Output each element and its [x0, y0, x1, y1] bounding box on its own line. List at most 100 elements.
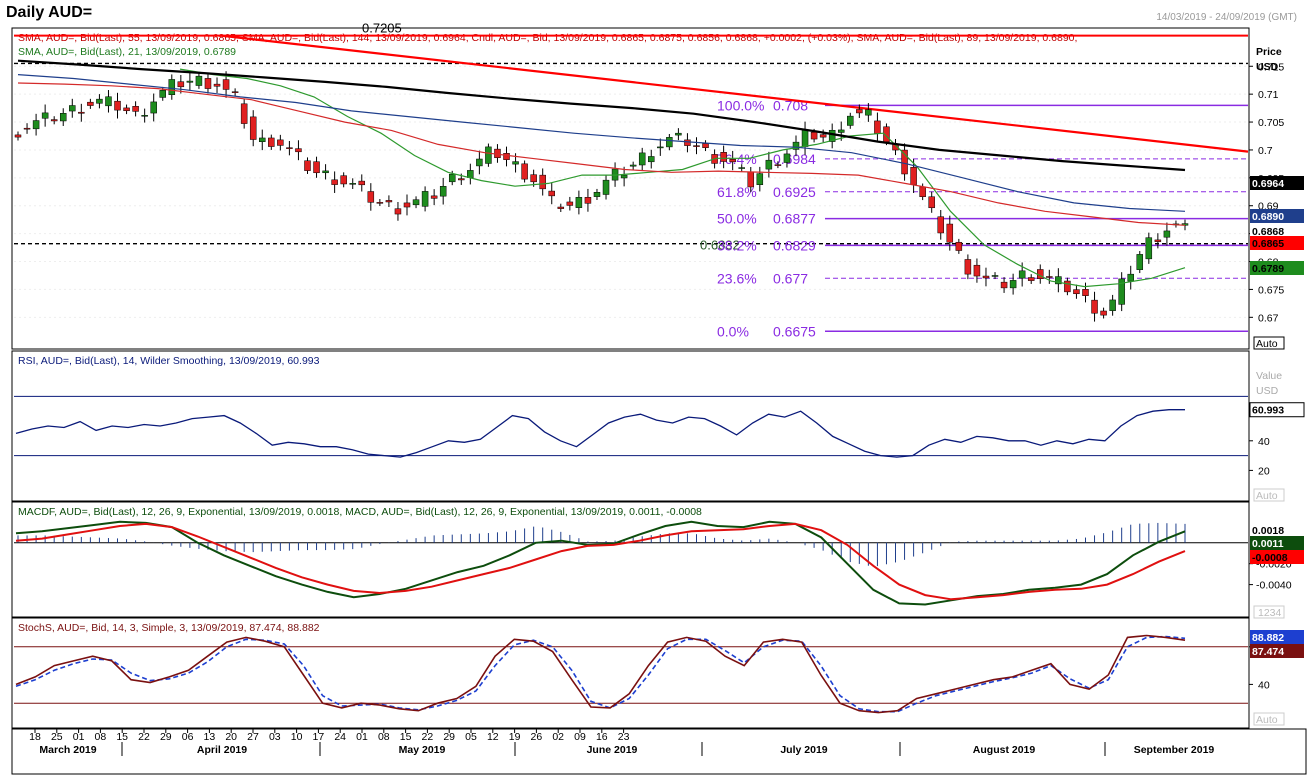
candle-body: [268, 137, 275, 147]
candle-body: [150, 101, 157, 114]
candle-body: [620, 174, 628, 179]
rsi-legend: RSI, AUD=, Bid(Last), 14, Wilder Smoothi…: [18, 355, 320, 367]
rsi-value-tag: 60.993: [1252, 405, 1284, 417]
x-day-tick-label: 20: [225, 731, 237, 743]
candle-body: [982, 275, 990, 279]
candle-body: [1127, 273, 1134, 282]
x-day-tick-label: 29: [443, 731, 455, 743]
x-axis: 18 25 01 08 15 22 29 06 13 20 27 03 10 17 24 01 08 15 22 29…: [29, 729, 1214, 756]
rsi-axis-title: Value: [1256, 370, 1282, 382]
x-day-tick-label: 25: [51, 731, 63, 743]
fib-value-label: 0.677: [773, 270, 808, 286]
candle-body: [467, 170, 474, 178]
price-y-tick-label: 0.7: [1258, 145, 1273, 157]
candle-body: [105, 96, 112, 107]
candle-body: [720, 152, 727, 162]
candle-body: [702, 143, 709, 148]
candle-body: [394, 208, 402, 215]
fib-percent-label: 23.6%: [717, 270, 757, 286]
x-day-tick-label: 03: [269, 731, 281, 743]
price-y-tick-label: 0.715: [1258, 61, 1284, 73]
x-day-tick-label: 26: [531, 731, 543, 743]
candle-body: [213, 83, 221, 87]
candle-body: [231, 91, 239, 93]
candle-body: [23, 127, 31, 130]
candle-body: [964, 259, 972, 275]
candle-body: [991, 275, 999, 277]
stoch-value-tag: 88.882: [1252, 632, 1284, 644]
candle-body: [186, 80, 194, 83]
candle-body: [313, 161, 320, 174]
candle-body: [657, 146, 664, 149]
x-day-tick-label: 16: [596, 731, 608, 743]
sma55-line: [17, 82, 1186, 226]
sma89-line: [17, 74, 1186, 212]
candle-body: [530, 174, 537, 183]
candle-body: [168, 79, 176, 95]
candle-body: [774, 164, 782, 166]
stoch-value-tag: 87.474: [1252, 646, 1284, 658]
x-day-tick-label: 15: [116, 731, 128, 743]
price-value-tag: 0.6789: [1252, 263, 1284, 275]
auto-scale-label-stoch: Auto: [1256, 714, 1278, 726]
candle-body: [648, 156, 655, 163]
x-day-tick-label: 12: [487, 731, 499, 743]
macd-panel-frame[interactable]: [11, 501, 1250, 618]
downtrend-line: [219, 34, 1249, 153]
price-y-tick-label: 0.71: [1258, 89, 1279, 101]
candle-body: [286, 147, 293, 149]
candle-body: [675, 132, 682, 136]
auto-scale-label-price: Auto: [1256, 338, 1278, 350]
price-y-tick-label: 0.675: [1258, 284, 1284, 296]
candle-body: [69, 105, 76, 112]
candle-body: [421, 191, 429, 207]
rsi-panel: 60402060.993: [14, 395, 1305, 477]
candle-body: [1018, 270, 1026, 279]
candle-body: [376, 202, 384, 204]
candle-body: [801, 129, 809, 147]
stoch-d-line: [15, 635, 1186, 713]
candle-body: [277, 139, 284, 146]
chart-canvas[interactable]: SMA, AUD=, Bid(Last), 55, 13/09/2019, 0.…: [0, 0, 1307, 775]
candle-body: [756, 173, 764, 185]
auto-scale-label-rsi: Auto: [1256, 490, 1278, 502]
candle-body: [847, 115, 854, 126]
rsi-panel-frame[interactable]: [11, 350, 1250, 502]
candle-body: [14, 134, 22, 138]
x-day-tick-label: 08: [95, 731, 107, 743]
candle-body: [874, 120, 881, 134]
candle-body: [512, 161, 519, 165]
candle-body: [1136, 254, 1144, 270]
candle-body: [946, 223, 954, 243]
x-day-tick-label: 05: [465, 731, 477, 743]
x-day-tick-label: 22: [138, 731, 150, 743]
fib-percent-label: 38.2%: [717, 237, 757, 253]
price-value-tag: 0.6865: [1252, 238, 1284, 250]
macd-signal-line: [15, 522, 1186, 601]
candle-body: [32, 120, 40, 130]
candle-body: [458, 178, 465, 181]
candle-body: [485, 146, 492, 164]
stoch-panel-frame[interactable]: [11, 617, 1250, 729]
macd-legend: MACDF, AUD=, Bid(Last), 12, 26, 9, Expon…: [18, 506, 702, 518]
candle-body: [566, 201, 574, 206]
candle-body: [856, 109, 863, 114]
price-legend-line2: SMA, AUD=, Bid(Last), 21, 13/09/2019, 0.…: [18, 46, 236, 58]
x-day-tick-label: 06: [182, 731, 194, 743]
candle-body: [557, 206, 565, 209]
candle-body: [177, 81, 185, 88]
x-day-tick-label: 22: [422, 731, 434, 743]
x-day-tick-label: 18: [29, 731, 41, 743]
candle-body: [78, 111, 85, 114]
x-day-tick-label: 08: [378, 731, 390, 743]
candle-body: [358, 180, 366, 186]
fib-percent-label: 50.0%: [717, 211, 757, 227]
x-month-label: April 2019: [197, 744, 247, 756]
candle-body: [1091, 299, 1098, 314]
x-month-label: June 2019: [587, 744, 638, 756]
x-month-label: March 2019: [39, 744, 96, 756]
x-month-label: September 2019: [1134, 744, 1215, 756]
price-value-tag: 0.6890: [1252, 211, 1284, 223]
candle-body: [123, 107, 130, 112]
candle-body: [159, 90, 166, 98]
